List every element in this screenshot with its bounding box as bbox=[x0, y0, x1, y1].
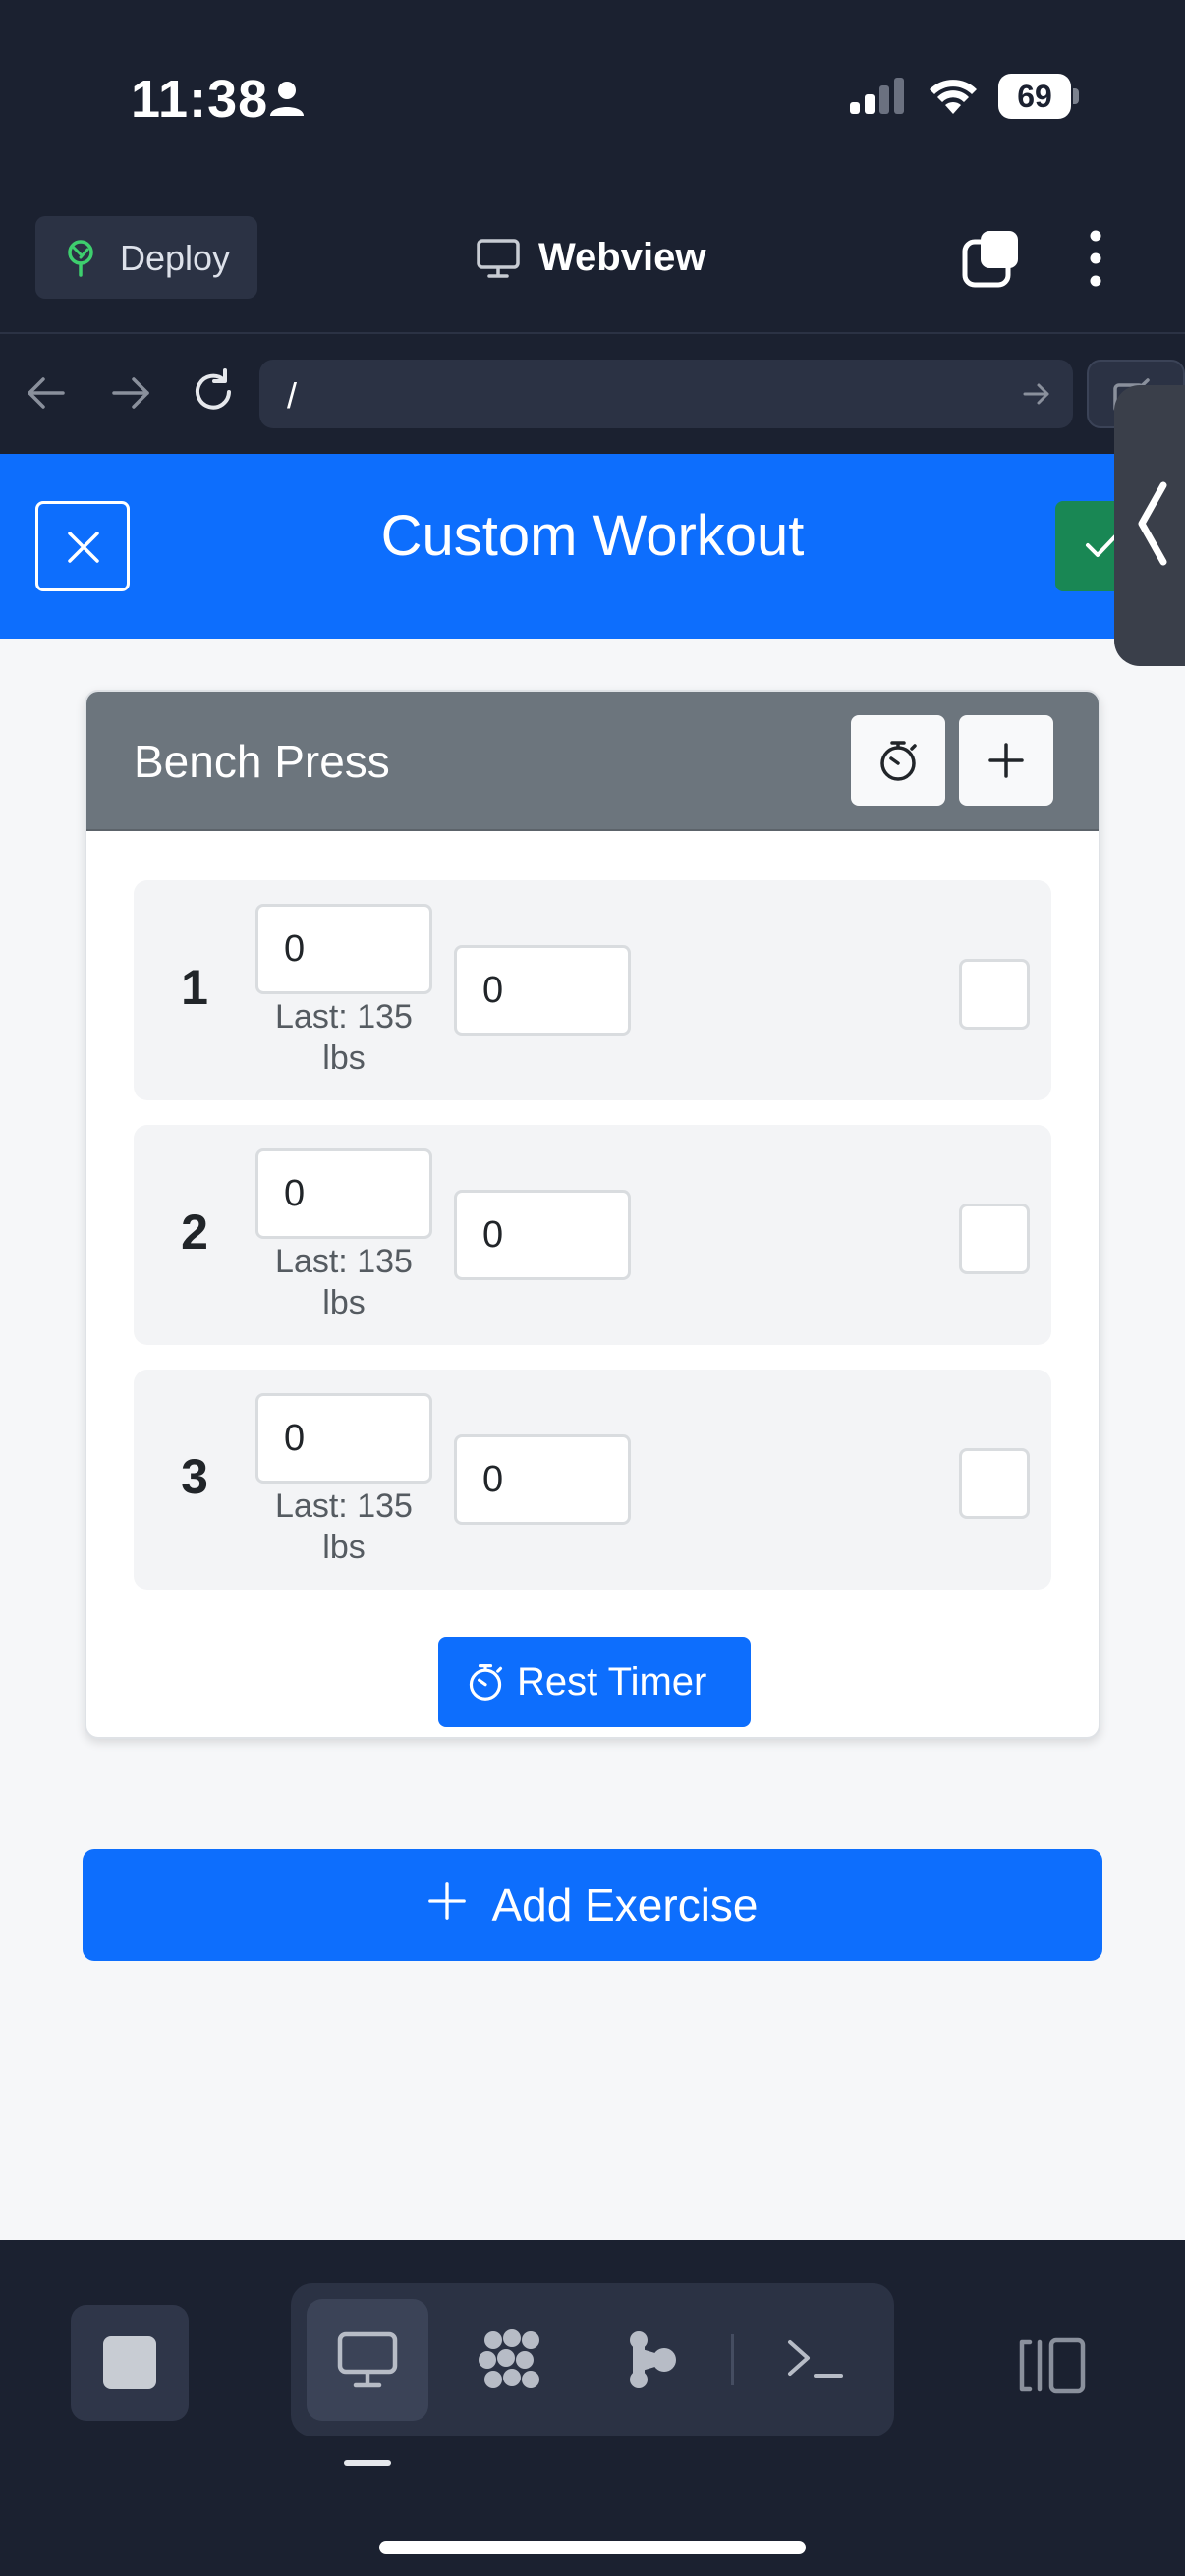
weight-input[interactable]: 0 bbox=[255, 904, 432, 994]
exercise-card: Bench Press 1 0 Last: 135 lbs 0 2 0 Last… bbox=[85, 690, 1100, 1739]
stop-button[interactable] bbox=[71, 2305, 189, 2421]
add-set-button[interactable] bbox=[959, 715, 1053, 806]
go-arrow-icon[interactable] bbox=[1022, 379, 1051, 409]
set-number: 1 bbox=[181, 960, 208, 1015]
cluster-icon bbox=[479, 2329, 539, 2388]
cellular-signal-icon bbox=[850, 78, 904, 114]
battery-level: 69 bbox=[1017, 79, 1052, 114]
mode-switcher bbox=[291, 2283, 894, 2436]
exercise-timer-button[interactable] bbox=[851, 715, 945, 806]
set-done-checkbox[interactable] bbox=[959, 1448, 1030, 1519]
exercise-card-header: Bench Press bbox=[86, 692, 1099, 831]
reps-input[interactable]: 0 bbox=[454, 1434, 631, 1525]
set-row: 1 0 Last: 135 lbs 0 bbox=[134, 880, 1051, 1100]
kebab-menu-icon[interactable] bbox=[1081, 228, 1110, 289]
set-row: 2 0 Last: 135 lbs 0 bbox=[134, 1125, 1051, 1345]
back-arrow-icon[interactable] bbox=[24, 373, 71, 413]
weight-input[interactable]: 0 bbox=[255, 1148, 432, 1239]
branch-mode-button[interactable] bbox=[590, 2299, 711, 2421]
mode-divider bbox=[731, 2334, 734, 2385]
page-title: Custom Workout bbox=[380, 504, 805, 568]
deploy-tree-icon bbox=[68, 240, 93, 277]
webview-content: Custom Workout Bench Press 1 0 Last: 135… bbox=[0, 454, 1185, 2240]
webview-monitor-icon bbox=[337, 2331, 398, 2388]
webview-title-label: Webview bbox=[538, 236, 706, 279]
url-input[interactable]: / bbox=[259, 360, 1073, 428]
home-indicator bbox=[379, 2541, 806, 2554]
last-weight-label: Last: 135 lbs bbox=[275, 1487, 413, 1566]
plus-icon bbox=[428, 1882, 467, 1920]
url-text: / bbox=[287, 375, 298, 416]
bottom-toolbar bbox=[0, 2240, 1185, 2576]
add-exercise-button[interactable]: Add Exercise bbox=[83, 1849, 1102, 1961]
stopwatch-icon bbox=[469, 1664, 503, 1701]
chevron-left-icon bbox=[1138, 481, 1167, 566]
wifi-icon bbox=[930, 80, 977, 114]
set-row: 3 0 Last: 135 lbs 0 bbox=[134, 1370, 1051, 1590]
plus-icon bbox=[988, 743, 1024, 778]
set-number: 3 bbox=[181, 1449, 208, 1504]
terminal-mode-button[interactable] bbox=[755, 2299, 876, 2421]
set-done-checkbox[interactable] bbox=[959, 1204, 1030, 1274]
status-bar: 11:38 69 bbox=[0, 0, 1185, 196]
webview-mode-button[interactable] bbox=[307, 2299, 428, 2421]
stop-icon bbox=[103, 2336, 156, 2389]
status-time: 11:38 bbox=[131, 70, 269, 129]
reps-input[interactable]: 0 bbox=[454, 1190, 631, 1280]
battery-icon: 69 bbox=[998, 74, 1079, 119]
last-weight-label: Last: 135 lbs bbox=[275, 998, 413, 1077]
rest-timer-button[interactable]: Rest Timer bbox=[438, 1637, 751, 1727]
set-done-checkbox[interactable] bbox=[959, 959, 1030, 1030]
split-view-icon[interactable] bbox=[1016, 2336, 1087, 2395]
cluster-mode-button[interactable] bbox=[448, 2299, 570, 2421]
reload-icon[interactable] bbox=[189, 367, 238, 417]
reps-input[interactable]: 0 bbox=[454, 945, 631, 1036]
app-header: Custom Workout bbox=[0, 454, 1185, 639]
side-panel-handle[interactable] bbox=[1114, 385, 1185, 666]
branch-icon bbox=[630, 2331, 676, 2388]
header-divider bbox=[0, 332, 1185, 334]
last-weight-label: Last: 135 lbs bbox=[275, 1243, 413, 1321]
terminal-icon bbox=[788, 2340, 843, 2378]
person-icon bbox=[270, 82, 304, 116]
forward-arrow-icon[interactable] bbox=[106, 373, 153, 413]
rest-timer-label: Rest Timer bbox=[517, 1660, 707, 1704]
set-number: 2 bbox=[181, 1204, 208, 1260]
active-mode-indicator bbox=[344, 2460, 391, 2466]
tabs-icon[interactable] bbox=[961, 228, 1022, 289]
stopwatch-icon bbox=[880, 741, 917, 781]
add-exercise-label: Add Exercise bbox=[491, 1879, 759, 1931]
weight-input[interactable]: 0 bbox=[255, 1393, 432, 1484]
deploy-label: Deploy bbox=[120, 238, 231, 278]
exercise-name: Bench Press bbox=[134, 736, 390, 787]
monitor-icon bbox=[477, 239, 520, 278]
deploy-button[interactable]: Deploy bbox=[35, 216, 257, 299]
